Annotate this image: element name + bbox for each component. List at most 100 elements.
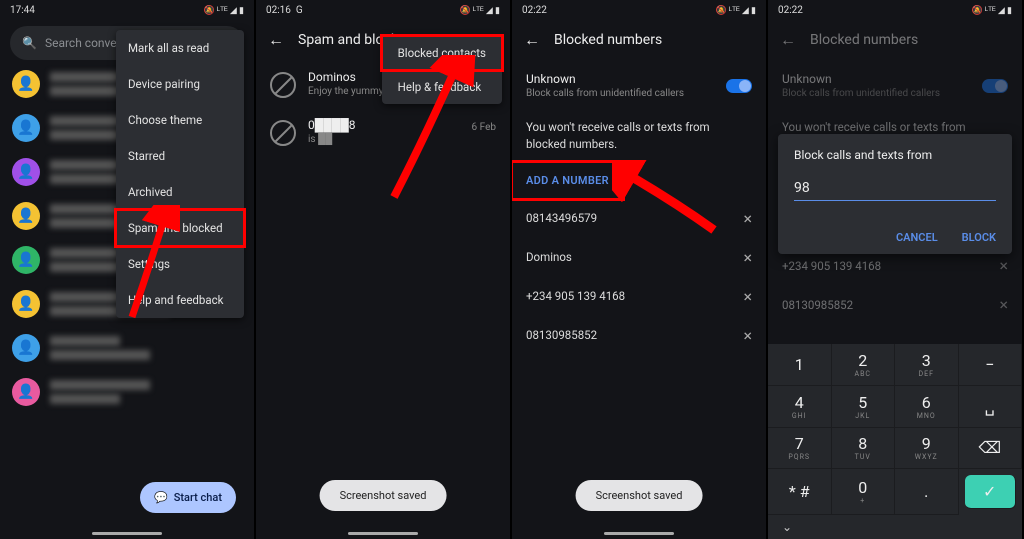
key-−[interactable]: − [959, 344, 1023, 386]
search-icon: 🔍 [22, 36, 37, 50]
menu-help[interactable]: Help and feedback [116, 282, 244, 318]
number-row: 08130985852 × [768, 285, 1022, 324]
number: +234 905 139 4168 [782, 259, 881, 273]
remove-icon[interactable]: × [743, 287, 752, 306]
block-dialog: Block calls and texts from 98 CANCEL BLO… [778, 134, 1012, 254]
page-title: Blocked numbers [810, 32, 918, 48]
info-text: You won't receive calls or texts from bl… [512, 111, 766, 162]
item-date: 6 Feb [472, 122, 496, 133]
menu-choose-theme[interactable]: Choose theme [116, 102, 244, 138]
block-icon [270, 120, 296, 146]
menu-spam-blocked[interactable]: Spam and blocked [116, 210, 244, 246]
clock: 02:16 [266, 5, 291, 16]
avatar: 👤 [12, 158, 40, 186]
menu-blocked-contacts[interactable]: Blocked contacts [382, 36, 502, 70]
list-item[interactable]: 👤 [0, 370, 254, 414]
key-1[interactable]: 1 [768, 344, 832, 386]
overflow-menu: Mark all as read Device pairing Choose t… [116, 30, 244, 318]
key-3[interactable]: 3DEF [895, 344, 959, 386]
toggle-sub: Block calls from unidentified callers [782, 88, 940, 99]
menu-device-pairing[interactable]: Device pairing [116, 66, 244, 102]
number: Dominos [526, 250, 572, 264]
item-sub: is ██ [308, 134, 356, 145]
avatar: 👤 [12, 290, 40, 318]
clock: 02:22 [778, 5, 803, 16]
toast-screenshot: Screenshot saved [576, 480, 703, 511]
panel-spam-blocked: 02:16 G 🔕 ᴸᵀᴱ ◢ ▮ ← Spam and block Block… [256, 0, 512, 539]
dialog-title: Block calls and texts from [794, 148, 996, 162]
chat-icon: 💬 [154, 491, 168, 504]
number-input[interactable]: 98 [794, 180, 996, 201]
menu-mark-read[interactable]: Mark all as read [116, 30, 244, 66]
key-⌫[interactable]: ⌫ [959, 428, 1023, 470]
cancel-button[interactable]: CANCEL [896, 231, 938, 244]
key-8[interactable]: 8TUV [832, 428, 896, 470]
block-button[interactable]: BLOCK [962, 231, 996, 244]
status-bar: 02:22 🔕 ᴸᵀᴱ ◢ ▮ [768, 0, 1022, 20]
toggle-label: Unknown [526, 72, 684, 86]
toggle-label: Unknown [782, 72, 940, 86]
key-7[interactable]: 7PQRS [768, 428, 832, 470]
key-5[interactable]: 5JKL [832, 386, 896, 428]
menu-archived[interactable]: Archived [116, 174, 244, 210]
key-4[interactable]: 4GHI [768, 386, 832, 428]
number: 08130985852 [526, 328, 597, 342]
number: 08130985852 [782, 298, 853, 312]
toggle-switch-on[interactable] [726, 79, 752, 93]
page-title: Blocked numbers [554, 32, 662, 48]
panel-block-dialog: 02:22 🔕 ᴸᵀᴱ ◢ ▮ ← Blocked numbers Unknow… [768, 0, 1024, 539]
key-* #[interactable]: * # [768, 469, 832, 515]
key-2[interactable]: 2ABC [832, 344, 896, 386]
app-header: ← Blocked numbers [512, 20, 766, 60]
status-icons: 🔕 ᴸᵀᴱ ◢ ▮ [459, 5, 500, 16]
menu-starred[interactable]: Starred [116, 138, 244, 174]
status-bar: 17:44 🔕 ᴸᵀᴱ ◢ ▮ [0, 0, 254, 20]
remove-icon[interactable]: × [743, 209, 752, 228]
start-chat-button[interactable]: 💬 Start chat [140, 482, 236, 513]
status-bar: 02:22 🔕 ᴸᵀᴱ ◢ ▮ [512, 0, 766, 20]
clock: 17:44 [10, 5, 35, 16]
key-␣[interactable]: ␣ [959, 386, 1023, 428]
toggle-unknown-callers: Unknown Block calls from unidentified ca… [768, 60, 1022, 111]
remove-icon: × [999, 295, 1008, 314]
status-icons: 🔕 ᴸᵀᴱ ◢ ▮ [715, 5, 756, 16]
number-row: 08143496579 × [512, 199, 766, 238]
home-indicator [92, 532, 162, 535]
key-✓[interactable]: ✓ [965, 475, 1017, 509]
avatar: 👤 [12, 202, 40, 230]
avatar: 👤 [12, 378, 40, 406]
key-0[interactable]: 0+ [832, 469, 896, 515]
key-.[interactable]: . [895, 469, 959, 515]
menu-help-feedback[interactable]: Help & feedback [382, 70, 502, 104]
number: 08143496579 [526, 211, 597, 225]
status-bar: 02:16 G 🔕 ᴸᵀᴱ ◢ ▮ [256, 0, 510, 20]
toggle-sub: Block calls from unidentified callers [526, 88, 684, 99]
menu-settings[interactable]: Settings [116, 246, 244, 282]
back-icon[interactable]: ← [268, 30, 284, 50]
home-indicator [604, 532, 674, 535]
key-6[interactable]: 6MNO [895, 386, 959, 428]
status-icons: 🔕 ᴸᵀᴱ ◢ ▮ [203, 5, 244, 16]
numeric-keypad: 12ABC3DEF− 4GHI5JKL6MNO␣ 7PQRS8TUV9WXYZ⌫ * … [768, 344, 1022, 539]
back-icon[interactable]: ← [780, 30, 796, 50]
blocked-item-2[interactable]: 0████8 is ██ 6 Feb [256, 108, 510, 156]
avatar: 👤 [12, 246, 40, 274]
overflow-submenu: Blocked contacts Help & feedback [382, 36, 502, 104]
avatar: 👤 [12, 70, 40, 98]
number-row: +234 905 139 4168 × [512, 277, 766, 316]
key-9[interactable]: 9WXYZ [895, 428, 959, 470]
app-header: ← Blocked numbers [768, 20, 1022, 60]
number-row: 08130985852 × [512, 316, 766, 355]
list-item[interactable]: 👤 [0, 326, 254, 370]
number: +234 905 139 4168 [526, 289, 625, 303]
back-icon[interactable]: ← [524, 30, 540, 50]
remove-icon[interactable]: × [743, 326, 752, 345]
add-number-button[interactable]: ADD A NUMBER [512, 162, 623, 199]
block-icon [270, 72, 296, 98]
keyboard-nav[interactable]: ⌄ [768, 515, 1022, 539]
toast-screenshot: Screenshot saved [320, 480, 447, 511]
remove-icon[interactable]: × [743, 248, 752, 267]
remove-icon: × [999, 256, 1008, 275]
toggle-unknown-callers[interactable]: Unknown Block calls from unidentified ca… [512, 60, 766, 111]
fab-label: Start chat [174, 491, 222, 504]
